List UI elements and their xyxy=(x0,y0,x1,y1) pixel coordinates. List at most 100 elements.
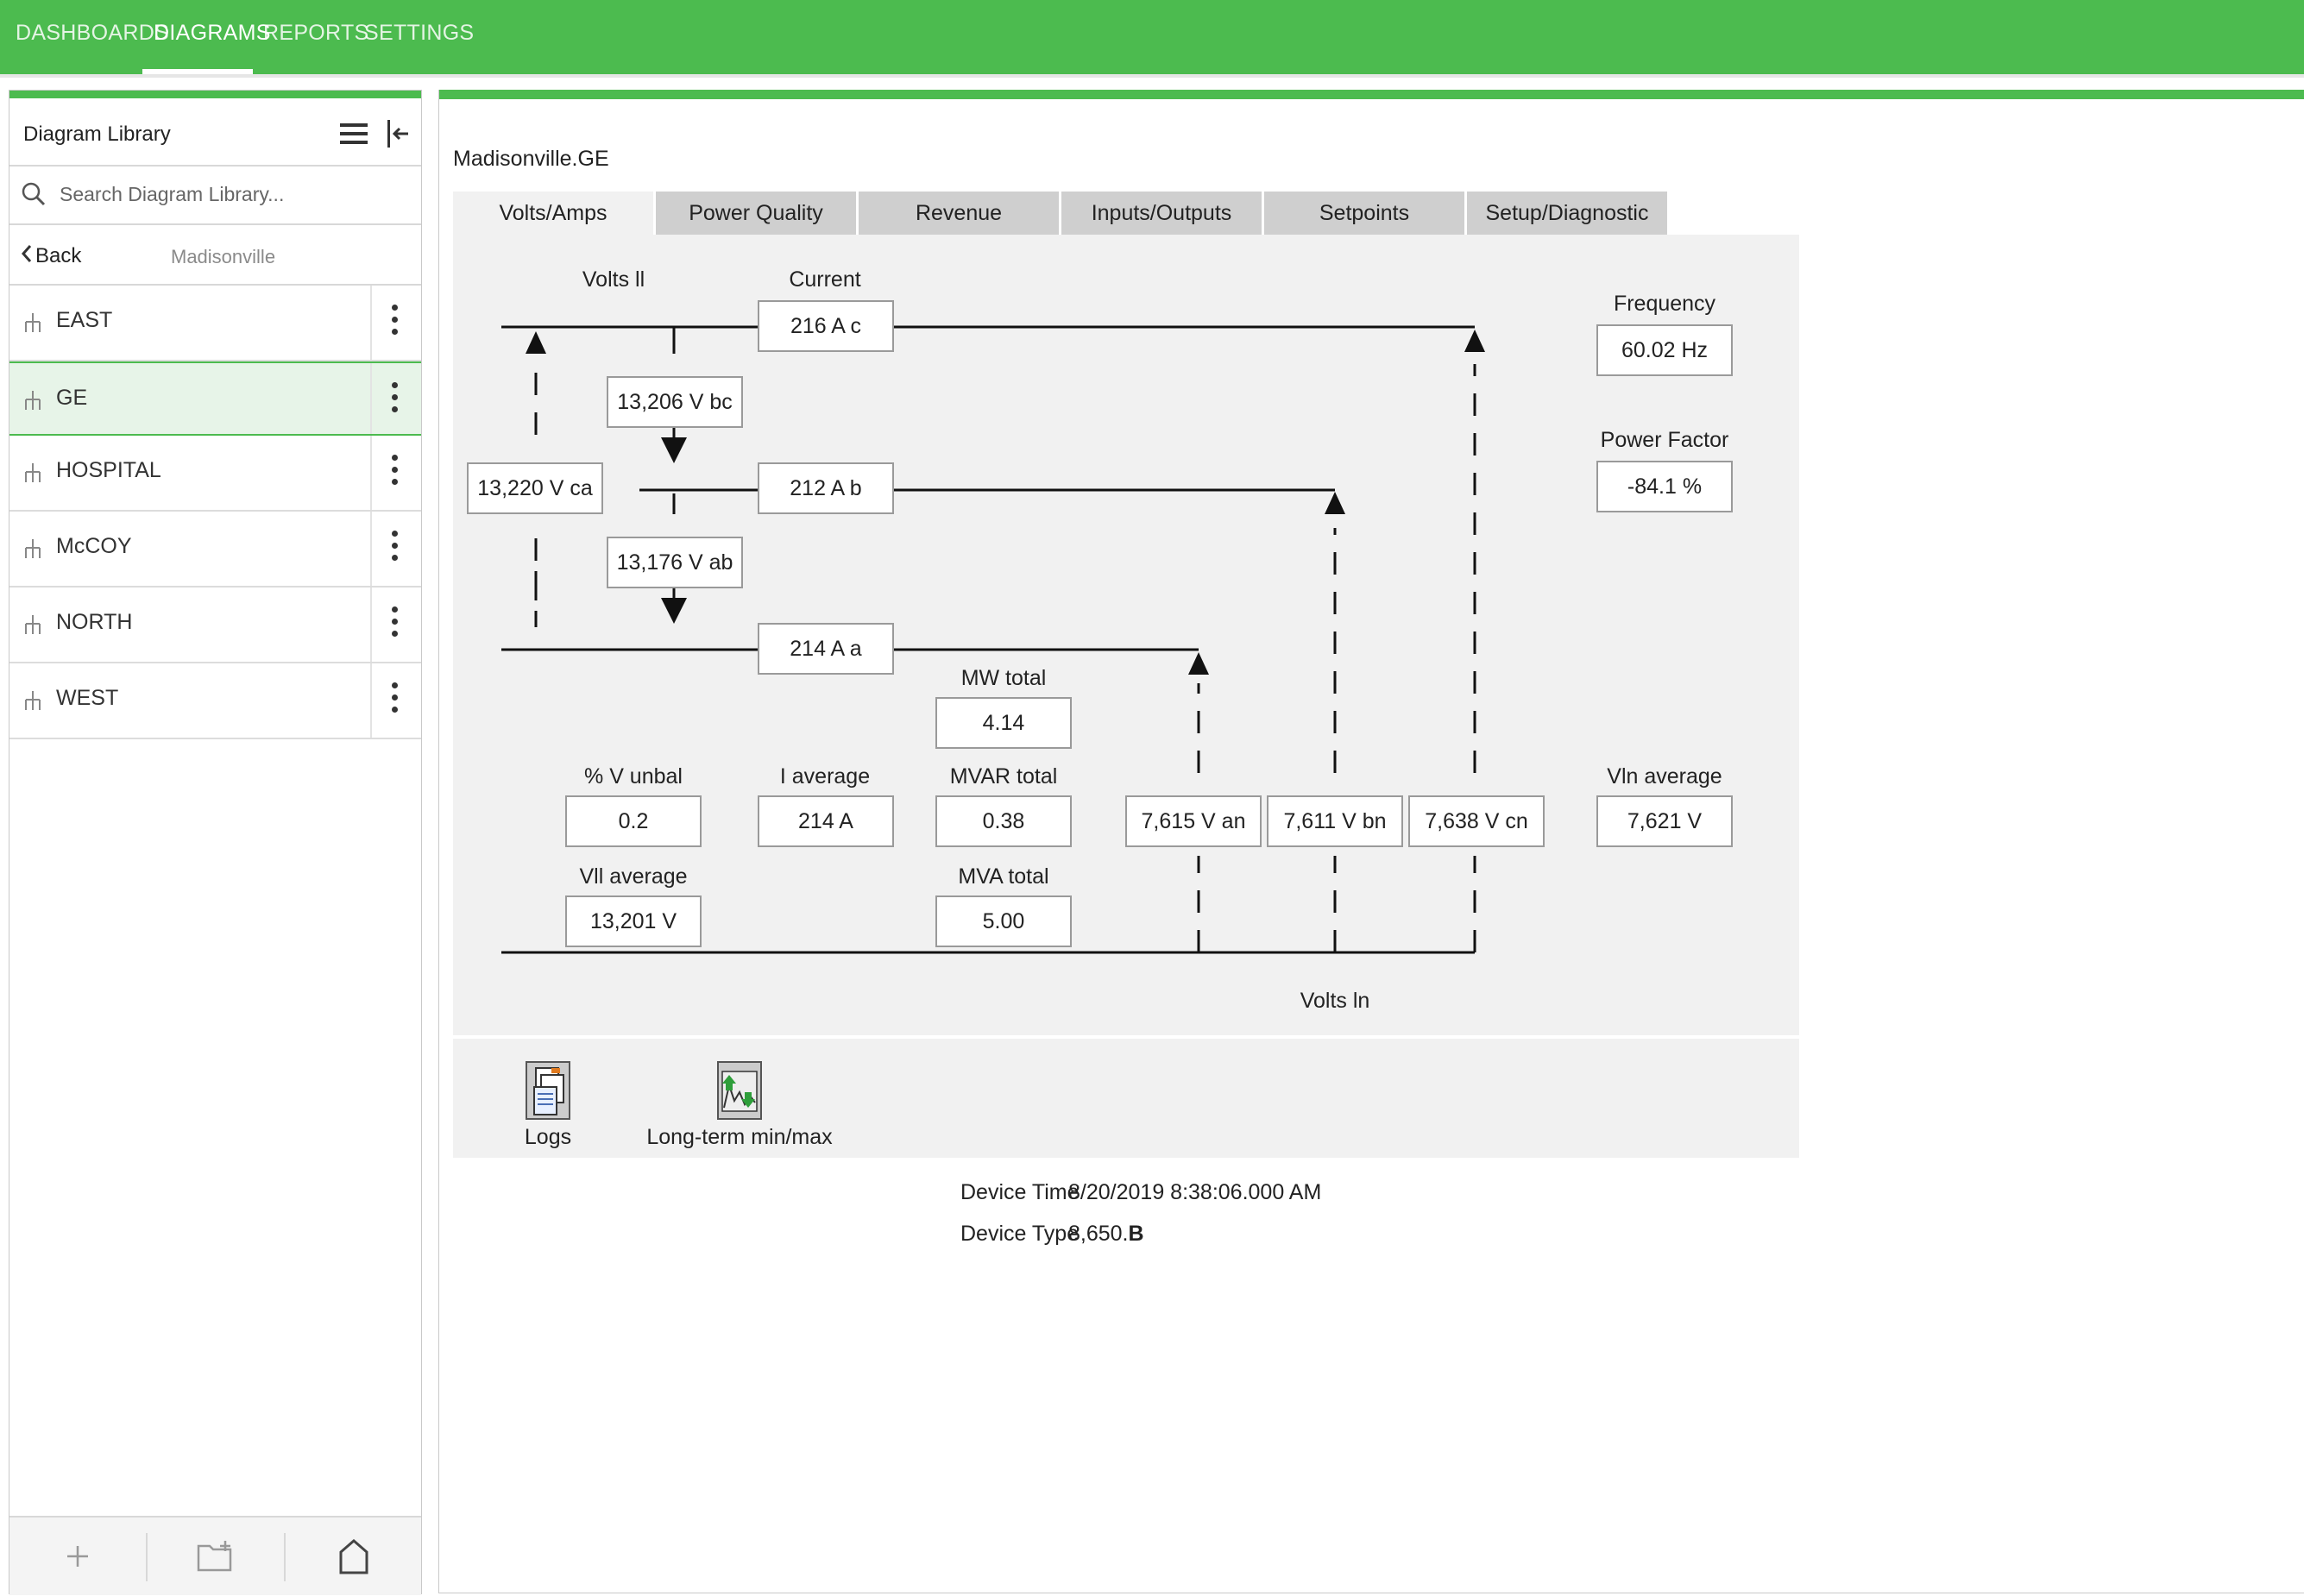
library-item-label: EAST xyxy=(56,308,113,332)
divider xyxy=(9,223,421,225)
library-item-label: WEST xyxy=(56,686,119,710)
device-type-value: 8,650.B xyxy=(1068,1222,1144,1247)
tab-setpoints[interactable]: Setpoints xyxy=(1264,192,1467,235)
logs-icon[interactable] xyxy=(526,1061,570,1120)
more-options-icon[interactable] xyxy=(389,606,400,644)
hierarchy-icon xyxy=(23,689,42,712)
device-time-value: 8/20/2019 8:38:06.000 AM xyxy=(1068,1180,1322,1204)
vll-average-value: 13,201 V xyxy=(565,895,702,947)
label-i-average: I average xyxy=(779,764,871,789)
label-mvar-total: MVAR total xyxy=(949,764,1058,789)
label-vln-average: Vln average xyxy=(1607,764,1722,789)
min-max-chart-icon[interactable] xyxy=(717,1061,762,1120)
nav-reports[interactable]: REPORTS xyxy=(263,21,369,52)
home-button[interactable] xyxy=(286,1517,422,1595)
power-factor-value: -84.1 % xyxy=(1596,461,1733,512)
more-options-icon[interactable] xyxy=(389,682,400,720)
panel-accent-bar xyxy=(9,91,421,98)
frequency-value: 60.02 Hz xyxy=(1596,324,1733,376)
device-type-suffix: B xyxy=(1128,1222,1144,1246)
tab-inputs-outputs[interactable]: Inputs/Outputs xyxy=(1061,192,1264,235)
v-cn-value: 7,638 V cn xyxy=(1408,795,1545,847)
library-item-label: GE xyxy=(56,386,88,410)
label-mva-total: MVA total xyxy=(958,864,1049,889)
label-mw-total: MW total xyxy=(960,666,1047,690)
add-folder-icon xyxy=(197,1541,232,1572)
search-input[interactable] xyxy=(58,173,415,215)
tab-revenue[interactable]: Revenue xyxy=(859,192,1061,235)
device-type-number: 8,650. xyxy=(1068,1222,1129,1246)
device-type-row: Device Type 8,650.B xyxy=(960,1222,1392,1251)
long-term-min-max-link[interactable]: Long-term min/max xyxy=(646,1125,832,1150)
mvar-total-value: 0.38 xyxy=(935,795,1072,847)
breadcrumb: Madisonville xyxy=(171,246,276,267)
arrow-up xyxy=(526,331,546,354)
nav-shadow xyxy=(0,74,2304,78)
nav-dashboards[interactable]: DASHBOARDS xyxy=(16,21,169,52)
nav-diagrams[interactable]: DIAGRAMS xyxy=(154,21,271,52)
v-an-value: 7,615 V an xyxy=(1125,795,1262,847)
library-item-mccoy[interactable]: McCOY xyxy=(9,512,421,588)
vln-average-value: 7,621 V xyxy=(1596,795,1733,847)
divider xyxy=(370,436,372,510)
add-diagram-button[interactable] xyxy=(9,1517,146,1595)
library-item-label: NORTH xyxy=(56,610,133,634)
current-c-value: 216 A c xyxy=(758,300,894,352)
divider xyxy=(370,512,372,586)
mva-total-value: 5.00 xyxy=(935,895,1072,947)
current-a-value: 214 A a xyxy=(758,623,894,675)
hierarchy-icon xyxy=(23,537,42,560)
library-item-east[interactable]: EAST xyxy=(9,286,421,361)
device-time-label: Device Time xyxy=(960,1180,1080,1204)
tab-power-quality[interactable]: Power Quality xyxy=(656,192,859,235)
library-item-ge[interactable]: GE xyxy=(9,361,421,436)
more-options-icon[interactable] xyxy=(389,531,400,569)
divider xyxy=(370,663,372,738)
chevron-left-icon xyxy=(21,244,32,269)
more-options-icon[interactable] xyxy=(389,305,400,342)
logs-link[interactable]: Logs xyxy=(525,1125,571,1150)
v-bn-value: 7,611 V bn xyxy=(1267,795,1403,847)
library-item-label: HOSPITAL xyxy=(56,458,161,482)
diagram-library-panel: Diagram Library Back Madisonville xyxy=(9,90,422,1595)
library-item-hospital[interactable]: HOSPITAL xyxy=(9,436,421,512)
top-nav-bar: DASHBOARDS DIAGRAMS REPORTS SETTINGS xyxy=(0,0,2304,74)
divider xyxy=(370,588,372,662)
device-time-row: Device Time 8/20/2019 8:38:06.000 AM xyxy=(960,1180,1392,1210)
panel-accent-bar xyxy=(439,90,2304,99)
hierarchy-icon xyxy=(23,311,42,334)
divider xyxy=(370,363,372,434)
label-power-factor: Power Factor xyxy=(1600,428,1729,452)
collapse-panel-icon[interactable] xyxy=(384,118,412,149)
v-unbal-value: 0.2 xyxy=(565,795,702,847)
device-type-label: Device Type xyxy=(960,1222,1080,1246)
diagram-library-title: Diagram Library xyxy=(23,123,171,146)
hierarchy-icon xyxy=(23,613,42,636)
label-frequency: Frequency xyxy=(1613,292,1716,316)
library-footer-toolbar xyxy=(9,1516,421,1595)
back-label: Back xyxy=(35,244,82,267)
diagram-viewer: Madisonville.GE Volts/Amps Power Quality… xyxy=(438,90,2304,1593)
label-current: Current xyxy=(789,267,861,292)
divider xyxy=(9,165,421,167)
library-item-west[interactable]: WEST xyxy=(9,663,421,739)
home-icon xyxy=(339,1539,368,1574)
library-item-label: McCOY xyxy=(56,534,132,558)
add-folder-button[interactable] xyxy=(148,1517,284,1595)
nav-settings[interactable]: SETTINGS xyxy=(364,21,474,52)
label-vll-average: Vll average xyxy=(579,864,688,889)
tab-volts-amps[interactable]: Volts/Amps xyxy=(453,192,656,235)
v-ca-value: 13,220 V ca xyxy=(467,462,603,514)
more-options-icon[interactable] xyxy=(389,382,400,420)
tab-setup-diagnostic[interactable]: Setup/Diagnostic xyxy=(1467,192,1670,235)
arrow-up xyxy=(1464,330,1485,352)
library-item-north[interactable]: NORTH xyxy=(9,588,421,663)
menu-icon[interactable] xyxy=(339,120,368,148)
search-icon xyxy=(22,182,46,206)
more-options-icon[interactable] xyxy=(389,455,400,493)
plus-icon xyxy=(67,1546,88,1567)
device-title: Madisonville.GE xyxy=(453,147,609,171)
current-b-value: 212 A b xyxy=(758,462,894,514)
back-button[interactable]: Back xyxy=(21,244,82,269)
diagram-tools: Logs Long-term min/max xyxy=(453,1039,1799,1158)
